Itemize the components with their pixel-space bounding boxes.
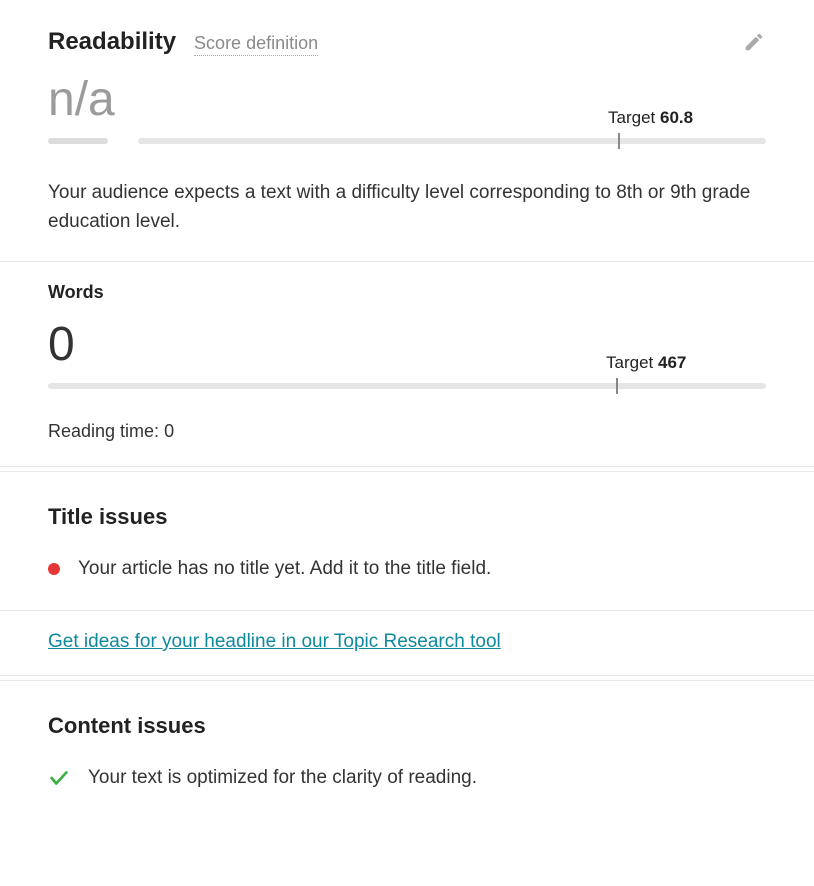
readability-bar-wrap: Target 60.8 — [48, 138, 766, 152]
readability-title: Readability — [48, 28, 176, 56]
words-target-tick — [616, 378, 618, 394]
readability-description: Your audience expects a text with a diff… — [48, 178, 766, 237]
readability-target: Target 60.8 — [608, 108, 693, 128]
edit-button[interactable] — [742, 30, 766, 54]
content-issues-heading: Content issues — [48, 713, 766, 739]
reading-time-value: 0 — [164, 421, 174, 441]
words-target-label: Target — [606, 353, 653, 372]
readability-header: Readability Score definition — [48, 28, 766, 56]
readability-target-tick — [618, 133, 620, 149]
check-icon — [48, 767, 70, 789]
title-issue-text: Your article has no title yet. Add it to… — [78, 558, 491, 580]
title-issues-section: Title issues Your article has no title y… — [0, 472, 814, 594]
readability-bar — [138, 138, 766, 144]
readability-target-label: Target — [608, 108, 655, 127]
readability-header-left: Readability Score definition — [48, 28, 318, 56]
topic-research-link[interactable]: Get ideas for your headline in our Topic… — [48, 631, 501, 653]
content-issues-section: Content issues Your text is optimized fo… — [0, 681, 814, 823]
words-target-value: 467 — [658, 353, 686, 372]
reading-time: Reading time: 0 — [48, 421, 766, 442]
reading-time-label: Reading time: — [48, 421, 159, 441]
title-issues-link-row: Get ideas for your headline in our Topic… — [0, 611, 814, 661]
score-definition-link[interactable]: Score definition — [194, 33, 318, 56]
content-issue-row: Your text is optimized for the clarity o… — [48, 767, 766, 793]
error-dot-icon — [48, 563, 60, 575]
content-issue-text: Your text is optimized for the clarity o… — [88, 767, 477, 789]
readability-bar-short — [48, 138, 108, 144]
words-bar-wrap: Target 467 — [48, 383, 766, 397]
pencil-icon — [743, 31, 765, 53]
words-target: Target 467 — [606, 353, 686, 373]
readability-target-value: 60.8 — [660, 108, 693, 127]
words-bar — [48, 383, 766, 389]
readability-section: Readability Score definition n/a Target … — [0, 0, 814, 261]
title-issues-heading: Title issues — [48, 504, 766, 530]
title-issue-row: Your article has no title yet. Add it to… — [48, 558, 766, 584]
words-title: Words — [48, 282, 766, 303]
words-section: Words 0 Target 467 Reading time: 0 — [0, 262, 814, 466]
